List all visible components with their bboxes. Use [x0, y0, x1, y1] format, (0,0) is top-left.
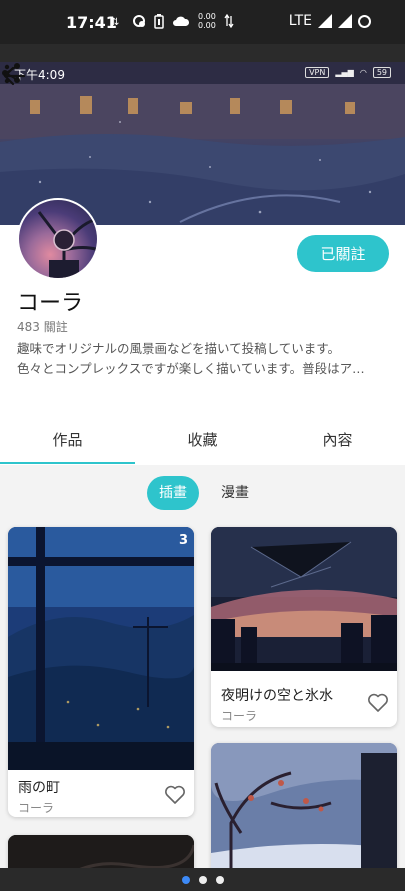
work-author[interactable]: コーラ — [18, 799, 54, 816]
profile-tabs: 作品 收藏 內容 — [0, 418, 405, 464]
profile-name: コーラ — [17, 291, 84, 316]
active-tab-indicator — [0, 462, 135, 464]
work-thumbnail[interactable] — [211, 527, 397, 671]
following-button[interactable]: 已關註 — [297, 235, 389, 272]
svg-text:⇅: ⇅ — [111, 17, 119, 28]
signal-icon: ▂▄▆ — [335, 68, 354, 77]
heart-icon[interactable] — [164, 785, 186, 805]
battery-saver-icon — [154, 13, 164, 29]
bluetooth-speed-icon: ⇅ — [111, 17, 119, 28]
works-feed[interactable]: 插畫 漫畫 3 雨の町 コーラ 夜明けの空と氷水 コーラ — [0, 465, 405, 891]
tab-favorites[interactable]: 收藏 — [135, 418, 270, 464]
avatar-illustration — [37, 211, 97, 278]
sync-icon — [133, 15, 145, 27]
battery-level: 59 — [372, 67, 391, 78]
cloud-icon — [173, 16, 190, 26]
chip-manga[interactable]: 漫畫 — [209, 476, 261, 510]
data-transfer-icon — [224, 14, 234, 28]
battery-ring-icon — [358, 14, 371, 28]
vpn-badge: VPN — [305, 67, 330, 78]
page-dot[interactable] — [198, 875, 207, 884]
system-status-bar: 17:41 ⇅ 0.00 0.00 LTE — [0, 0, 405, 44]
signal-icon — [318, 14, 332, 28]
work-card[interactable]: 夜明けの空と氷水 コーラ — [211, 527, 397, 727]
rainy-town-artwork — [8, 527, 194, 770]
profile-bio[interactable]: 趣味でオリジナルの風景画などを描いて投稿しています。 色々とコンプレックスですが… — [17, 339, 392, 379]
signal-icon-2 — [338, 14, 352, 28]
dawn-sky-artwork — [211, 527, 397, 671]
status-right-group: LTE — [289, 13, 371, 29]
work-thumbnail[interactable]: 3 — [8, 527, 194, 770]
avatar[interactable] — [17, 198, 99, 280]
page-dot[interactable] — [215, 875, 224, 884]
tab-works[interactable]: 作品 — [0, 418, 135, 464]
wifi-icon: ◠ — [359, 68, 367, 77]
bio-line: 色々とコンプレックスですが楽しく描いています。普段はア… — [17, 361, 365, 376]
status-icons: ⇅ 0.00 0.00 — [110, 12, 234, 30]
chip-illustration[interactable]: 插畫 — [147, 476, 199, 510]
work-title: 夜明けの空と氷水 — [221, 688, 333, 704]
page-indicator — [0, 868, 405, 891]
more-vert-icon[interactable] — [0, 62, 14, 86]
network-type: LTE — [288, 13, 312, 29]
tab-content[interactable]: 內容 — [270, 418, 405, 464]
work-type-filter: 插畫 漫畫 — [147, 476, 261, 510]
bio-line: 趣味でオリジナルの風景画などを描いて投稿しています。 — [17, 341, 341, 356]
screenshot-inner-status-icons: VPN ▂▄▆ ◠ 59 — [305, 67, 391, 78]
net-speed: 0.00 0.00 — [198, 12, 216, 30]
work-author[interactable]: コーラ — [221, 707, 257, 724]
follow-count[interactable]: 483 關註 — [17, 318, 68, 335]
heart-icon[interactable] — [367, 693, 389, 713]
work-title: 雨の町 — [18, 780, 60, 796]
status-spacer — [0, 44, 405, 62]
page-count-badge: 3 — [178, 533, 188, 548]
work-card[interactable]: 3 雨の町 コーラ — [8, 527, 194, 817]
page-dot-active[interactable] — [181, 875, 190, 884]
